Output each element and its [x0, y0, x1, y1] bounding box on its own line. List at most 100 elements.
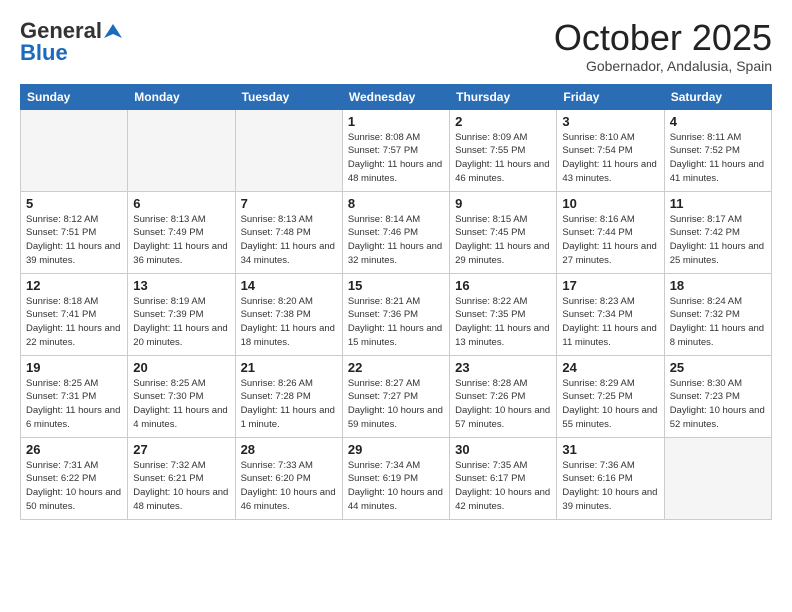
day-info: Sunrise: 8:27 AM Sunset: 7:27 PM Dayligh… [348, 377, 444, 432]
title-block: October 2025 Gobernador, Andalusia, Spai… [554, 18, 772, 74]
day-info: Sunrise: 8:17 AM Sunset: 7:42 PM Dayligh… [670, 213, 766, 268]
col-saturday: Saturday [664, 84, 771, 109]
day-number: 12 [26, 278, 122, 293]
day-info: Sunrise: 8:20 AM Sunset: 7:38 PM Dayligh… [241, 295, 337, 350]
table-row: 11 Sunrise: 8:17 AM Sunset: 7:42 PM Dayli… [664, 191, 771, 273]
day-info: Sunrise: 8:12 AM Sunset: 7:51 PM Dayligh… [26, 213, 122, 268]
day-number: 7 [241, 196, 337, 211]
day-info: Sunrise: 8:13 AM Sunset: 7:49 PM Dayligh… [133, 213, 229, 268]
page: General Blue October 2025 Gobernador, An… [0, 0, 792, 612]
table-row: 19 Sunrise: 8:25 AM Sunset: 7:31 PM Dayli… [21, 355, 128, 437]
header: General Blue October 2025 Gobernador, An… [20, 18, 772, 74]
logo-bird-icon [104, 22, 122, 40]
day-number: 17 [562, 278, 658, 293]
day-info: Sunrise: 8:18 AM Sunset: 7:41 PM Dayligh… [26, 295, 122, 350]
col-sunday: Sunday [21, 84, 128, 109]
col-friday: Friday [557, 84, 664, 109]
table-row: 3 Sunrise: 8:10 AM Sunset: 7:54 PM Daylig… [557, 109, 664, 191]
day-info: Sunrise: 8:10 AM Sunset: 7:54 PM Dayligh… [562, 131, 658, 186]
day-number: 4 [670, 114, 766, 129]
table-row: 27 Sunrise: 7:32 AM Sunset: 6:21 PM Dayli… [128, 437, 235, 519]
table-row: 30 Sunrise: 7:35 AM Sunset: 6:17 PM Dayli… [450, 437, 557, 519]
day-number: 20 [133, 360, 229, 375]
month-title: October 2025 [554, 18, 772, 58]
table-row: 5Sunrise: 8:12 AM Sunset: 7:51 PM Daylig… [21, 191, 128, 273]
day-number: 28 [241, 442, 337, 457]
table-row [235, 109, 342, 191]
day-info: Sunrise: 8:08 AM Sunset: 7:57 PM Dayligh… [348, 131, 444, 186]
day-number: 24 [562, 360, 658, 375]
table-row: 16 Sunrise: 8:22 AM Sunset: 7:35 PM Dayli… [450, 273, 557, 355]
day-number: 9 [455, 196, 551, 211]
table-row [664, 437, 771, 519]
day-info: Sunrise: 8:28 AM Sunset: 7:26 PM Dayligh… [455, 377, 551, 432]
table-row: 24 Sunrise: 8:29 AM Sunset: 7:25 PM Dayli… [557, 355, 664, 437]
day-info: Sunrise: 8:15 AM Sunset: 7:45 PM Dayligh… [455, 213, 551, 268]
day-info: Sunrise: 8:16 AM Sunset: 7:44 PM Dayligh… [562, 213, 658, 268]
day-info: Sunrise: 7:35 AM Sunset: 6:17 PM Dayligh… [455, 459, 551, 514]
table-row: 12 Sunrise: 8:18 AM Sunset: 7:41 PM Dayli… [21, 273, 128, 355]
day-number: 30 [455, 442, 551, 457]
table-row: 18Sunrise: 8:24 AM Sunset: 7:32 PM Dayli… [664, 273, 771, 355]
day-number: 25 [670, 360, 766, 375]
day-number: 2 [455, 114, 551, 129]
day-info: Sunrise: 8:11 AM Sunset: 7:52 PM Dayligh… [670, 131, 766, 186]
day-number: 6 [133, 196, 229, 211]
day-number: 10 [562, 196, 658, 211]
day-info: Sunrise: 7:36 AM Sunset: 6:16 PM Dayligh… [562, 459, 658, 514]
day-number: 8 [348, 196, 444, 211]
day-info: Sunrise: 8:09 AM Sunset: 7:55 PM Dayligh… [455, 131, 551, 186]
day-number: 18 [670, 278, 766, 293]
table-row: 9 Sunrise: 8:15 AM Sunset: 7:45 PM Daylig… [450, 191, 557, 273]
col-tuesday: Tuesday [235, 84, 342, 109]
calendar-week-row: 5Sunrise: 8:12 AM Sunset: 7:51 PM Daylig… [21, 191, 772, 273]
calendar-week-row: 1Sunrise: 8:08 AM Sunset: 7:57 PM Daylig… [21, 109, 772, 191]
location: Gobernador, Andalusia, Spain [554, 58, 772, 74]
table-row: 13Sunrise: 8:19 AM Sunset: 7:39 PM Dayli… [128, 273, 235, 355]
day-number: 13 [133, 278, 229, 293]
table-row: 23 Sunrise: 8:28 AM Sunset: 7:26 PM Dayli… [450, 355, 557, 437]
day-number: 11 [670, 196, 766, 211]
day-info: Sunrise: 7:34 AM Sunset: 6:19 PM Dayligh… [348, 459, 444, 514]
logo-blue: Blue [20, 40, 68, 66]
day-number: 14 [241, 278, 337, 293]
logo: General Blue [20, 18, 122, 66]
table-row: 26 Sunrise: 7:31 AM Sunset: 6:22 PM Dayli… [21, 437, 128, 519]
day-number: 19 [26, 360, 122, 375]
day-number: 26 [26, 442, 122, 457]
day-number: 29 [348, 442, 444, 457]
table-row: 25Sunrise: 8:30 AM Sunset: 7:23 PM Dayli… [664, 355, 771, 437]
day-info: Sunrise: 8:14 AM Sunset: 7:46 PM Dayligh… [348, 213, 444, 268]
day-info: Sunrise: 8:22 AM Sunset: 7:35 PM Dayligh… [455, 295, 551, 350]
table-row: 22 Sunrise: 8:27 AM Sunset: 7:27 PM Dayli… [342, 355, 449, 437]
table-row: 2 Sunrise: 8:09 AM Sunset: 7:55 PM Daylig… [450, 109, 557, 191]
day-number: 23 [455, 360, 551, 375]
col-monday: Monday [128, 84, 235, 109]
day-number: 21 [241, 360, 337, 375]
day-info: Sunrise: 8:25 AM Sunset: 7:31 PM Dayligh… [26, 377, 122, 432]
table-row: 7 Sunrise: 8:13 AM Sunset: 7:48 PM Daylig… [235, 191, 342, 273]
day-number: 27 [133, 442, 229, 457]
day-info: Sunrise: 8:13 AM Sunset: 7:48 PM Dayligh… [241, 213, 337, 268]
day-info: Sunrise: 7:32 AM Sunset: 6:21 PM Dayligh… [133, 459, 229, 514]
col-wednesday: Wednesday [342, 84, 449, 109]
col-thursday: Thursday [450, 84, 557, 109]
calendar-week-row: 12 Sunrise: 8:18 AM Sunset: 7:41 PM Dayli… [21, 273, 772, 355]
table-row: 15Sunrise: 8:21 AM Sunset: 7:36 PM Dayli… [342, 273, 449, 355]
day-number: 22 [348, 360, 444, 375]
day-info: Sunrise: 7:31 AM Sunset: 6:22 PM Dayligh… [26, 459, 122, 514]
day-number: 16 [455, 278, 551, 293]
day-number: 3 [562, 114, 658, 129]
calendar-week-row: 26 Sunrise: 7:31 AM Sunset: 6:22 PM Dayli… [21, 437, 772, 519]
table-row: 17 Sunrise: 8:23 AM Sunset: 7:34 PM Dayli… [557, 273, 664, 355]
day-number: 15 [348, 278, 444, 293]
table-row: 21Sunrise: 8:26 AM Sunset: 7:28 PM Dayli… [235, 355, 342, 437]
table-row: 14 Sunrise: 8:20 AM Sunset: 7:38 PM Dayli… [235, 273, 342, 355]
day-info: Sunrise: 8:25 AM Sunset: 7:30 PM Dayligh… [133, 377, 229, 432]
table-row: 4 Sunrise: 8:11 AM Sunset: 7:52 PM Daylig… [664, 109, 771, 191]
day-info: Sunrise: 7:33 AM Sunset: 6:20 PM Dayligh… [241, 459, 337, 514]
table-row [128, 109, 235, 191]
calendar-table: Sunday Monday Tuesday Wednesday Thursday… [20, 84, 772, 520]
day-info: Sunrise: 8:29 AM Sunset: 7:25 PM Dayligh… [562, 377, 658, 432]
day-info: Sunrise: 8:23 AM Sunset: 7:34 PM Dayligh… [562, 295, 658, 350]
